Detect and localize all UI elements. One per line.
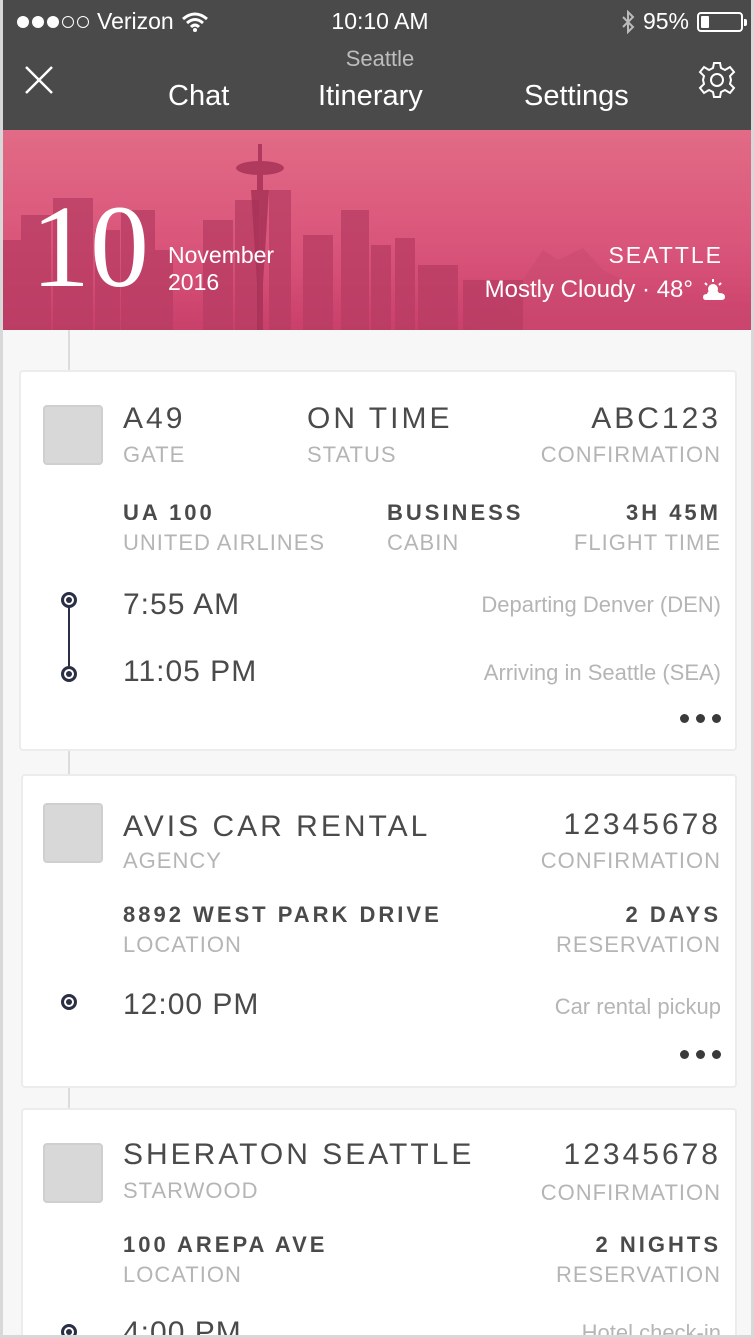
trip-day: 10 bbox=[31, 181, 149, 312]
weather-summary: Mostly Cloudy · 48° bbox=[485, 276, 727, 304]
hotel-location-label: LOCATION bbox=[123, 1262, 242, 1287]
destination-banner: 10 November 2016 SEATTLE Mostly Cloudy ·… bbox=[3, 130, 751, 330]
hotel-card[interactable]: SHERATON SEATTLE STARWOOD 12345678 CONFI… bbox=[21, 1108, 737, 1338]
arrive-time: 11:05 PM bbox=[123, 655, 258, 688]
car-pickup-description: Car rental pickup bbox=[554, 994, 721, 1019]
car-location-label: LOCATION bbox=[123, 932, 242, 957]
hotel-reservation-label: RESERVATION bbox=[555, 1262, 721, 1287]
weather-text: Mostly Cloudy · 48° bbox=[484, 276, 693, 303]
car-reservation-label: RESERVATION bbox=[555, 932, 721, 957]
battery-icon bbox=[697, 11, 747, 32]
status-value: ON TIME bbox=[307, 402, 453, 435]
trip-month: November bbox=[168, 242, 275, 268]
car-confirmation-label: CONFIRMATION bbox=[540, 848, 721, 873]
timeline-dot-depart bbox=[61, 592, 77, 608]
hotel-location-value: 100 AREPA AVE bbox=[123, 1232, 328, 1257]
hotel-confirmation-value: 12345678 bbox=[563, 1138, 721, 1171]
tab-itinerary[interactable]: Itinerary bbox=[318, 80, 423, 113]
hotel-thumbnail bbox=[43, 1143, 103, 1203]
car-agency-value: AVIS CAR RENTAL bbox=[123, 810, 431, 843]
car-thumbnail bbox=[43, 803, 103, 863]
hotel-checkin-description: Hotel check-in bbox=[581, 1320, 721, 1338]
close-icon[interactable] bbox=[21, 62, 57, 98]
arrive-description: Arriving in Seattle (SEA) bbox=[483, 660, 721, 685]
depart-time: 7:55 AM bbox=[123, 588, 241, 621]
flight-card[interactable]: A49 GATE ON TIME STATUS ABC123 CONFIRMAT… bbox=[19, 370, 737, 751]
gate-label: GATE bbox=[123, 442, 186, 467]
hotel-confirmation-label: CONFIRMATION bbox=[540, 1180, 721, 1205]
timeline-dot-car bbox=[61, 994, 77, 1010]
partly-cloudy-icon bbox=[703, 279, 725, 300]
cabin-value: BUSINESS bbox=[387, 500, 524, 525]
tab-chat[interactable]: Chat bbox=[168, 80, 229, 113]
car-location-value: 8892 WEST PARK DRIVE bbox=[123, 902, 442, 927]
top-header: Verizon 10:10 AM 95% Seattle Chat Itiner… bbox=[3, 0, 751, 130]
depart-description: Departing Denver (DEN) bbox=[481, 592, 721, 617]
car-confirmation-value: 12345678 bbox=[563, 808, 721, 841]
timeline-dot-hotel bbox=[61, 1324, 77, 1335]
hotel-checkin-time: 4:00 PM bbox=[123, 1316, 242, 1338]
flight-thumbnail bbox=[43, 405, 103, 465]
hotel-reservation-value: 2 NIGHTS bbox=[595, 1232, 721, 1257]
airline-label: UNITED AIRLINES bbox=[123, 530, 326, 555]
car-pickup-time: 12:00 PM bbox=[123, 988, 260, 1021]
timeline-dot-arrive bbox=[61, 666, 77, 682]
header-city: Seattle bbox=[345, 46, 415, 71]
flight-time-value: 3H 45M bbox=[625, 500, 721, 525]
status-label: STATUS bbox=[307, 442, 397, 467]
hotel-name-value: SHERATON SEATTLE bbox=[123, 1138, 475, 1171]
more-options-icon[interactable] bbox=[680, 714, 721, 723]
more-options-icon[interactable] bbox=[680, 1050, 721, 1059]
battery-percent: 95% bbox=[642, 8, 689, 34]
gear-icon[interactable] bbox=[697, 60, 737, 100]
status-bar: Verizon 10:10 AM 95% bbox=[3, 8, 751, 38]
car-rental-card[interactable]: AVIS CAR RENTAL AGENCY 12345678 CONFIRMA… bbox=[21, 774, 737, 1088]
confirmation-label: CONFIRMATION bbox=[540, 442, 721, 467]
car-reservation-value: 2 DAYS bbox=[625, 902, 721, 927]
hotel-brand-label: STARWOOD bbox=[123, 1178, 259, 1203]
confirmation-value: ABC123 bbox=[591, 402, 721, 435]
app-screen: Verizon 10:10 AM 95% Seattle Chat Itiner… bbox=[0, 0, 754, 1338]
tab-settings[interactable]: Settings bbox=[524, 80, 629, 113]
cabin-label: CABIN bbox=[387, 530, 460, 555]
flight-timeline-segment bbox=[68, 604, 70, 666]
car-agency-label: AGENCY bbox=[123, 848, 222, 873]
trip-year: 2016 bbox=[168, 269, 220, 295]
gate-value: A49 bbox=[123, 402, 186, 435]
destination-city: SEATTLE bbox=[608, 242, 723, 268]
flight-number: UA 100 bbox=[123, 500, 215, 525]
flight-time-label: FLIGHT TIME bbox=[573, 530, 721, 555]
bluetooth-icon bbox=[622, 9, 635, 34]
trip-month-year: November 2016 bbox=[168, 242, 274, 296]
